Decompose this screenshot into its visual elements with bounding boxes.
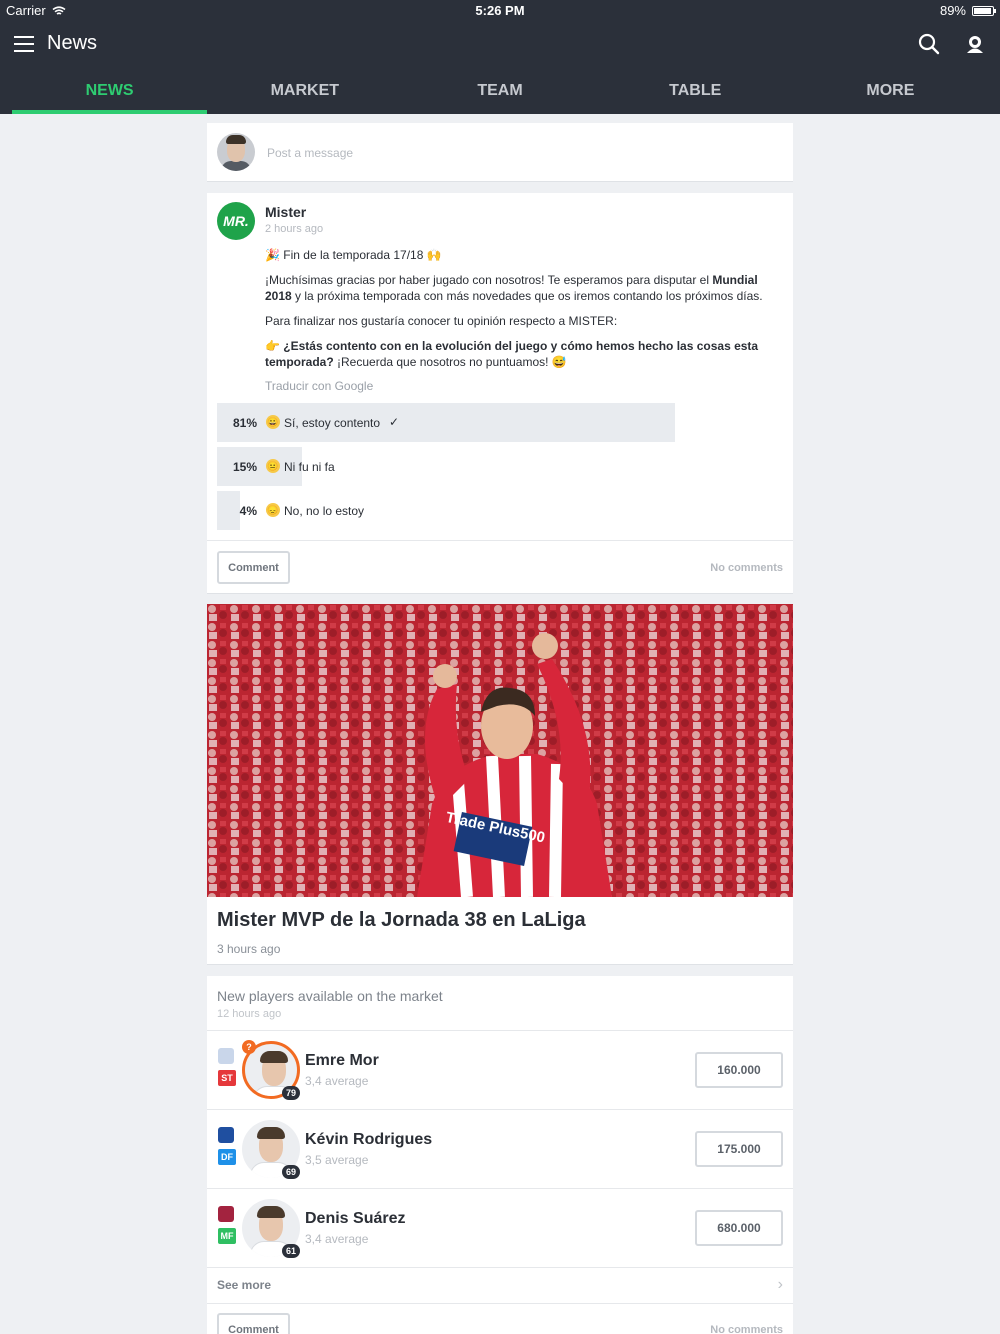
player-name: Denis Suárez <box>305 1210 406 1227</box>
app-header: Carrier 5:26 PM 89% News NEWS MARKET TEA… <box>0 0 1000 114</box>
player-score: 79 <box>282 1086 300 1100</box>
comment-button[interactable]: Comment <box>217 551 290 584</box>
chevron-right-icon: › <box>777 1276 783 1293</box>
battery-icon <box>972 5 996 16</box>
club-crest-icon <box>218 1127 234 1143</box>
comments-count[interactable]: No comments <box>710 1324 783 1334</box>
poll-label: Sí, estoy contento <box>284 416 381 430</box>
player-name: Kévin Rodrigues <box>305 1131 433 1148</box>
tab-news[interactable]: NEWS <box>12 70 208 114</box>
poll-label: Ni fu ni fa <box>284 460 335 474</box>
player-row[interactable]: MF 61 Denis Suárez 3,4 average 680.000 <box>207 1189 793 1268</box>
post-paragraph-2: Para finalizar nos gustaría conocer tu o… <box>265 314 618 328</box>
tab-team[interactable]: TEAM <box>402 70 597 114</box>
profile-icon[interactable] <box>964 33 986 55</box>
sad-face-icon: 😞 <box>266 503 280 517</box>
post-paragraph: ¡Muchísimas gracias por haber jugado con… <box>265 273 713 287</box>
comment-button[interactable]: Comment <box>217 1313 290 1334</box>
market-post-card: New players available on the market 12 h… <box>207 976 793 1334</box>
hamburger-menu-icon[interactable] <box>14 36 34 52</box>
mvp-photo-illustration: Trade Plus500 <box>207 604 793 897</box>
post-paragraph-end: y la próxima temporada con más novedades… <box>291 289 763 303</box>
clock: 5:26 PM <box>475 3 525 18</box>
post-author: Mister <box>265 204 307 220</box>
battery-percent: 89% <box>939 3 966 18</box>
club-crest-icon <box>218 1048 234 1064</box>
player-row[interactable]: DF 69 Kévin Rodrigues 3,5 average 175.00… <box>207 1110 793 1189</box>
mister-logo: MR. <box>217 202 255 240</box>
battery-info: 89% <box>939 3 996 18</box>
poll-option[interactable]: 81% 😀 Sí, estoy contento ✓ <box>217 403 783 442</box>
nav-bar: News <box>0 22 1000 66</box>
mister-post-card: MR. Mister 2 hours ago 🎉 Fin de la tempo… <box>207 193 793 594</box>
see-more-label: See more <box>217 1278 272 1292</box>
position-badge: DF <box>218 1149 236 1165</box>
alert-badge-icon: ? <box>242 1040 256 1054</box>
status-bar: Carrier 5:26 PM 89% <box>0 0 1000 22</box>
market-post-time: 12 hours ago <box>217 1008 282 1020</box>
comments-count[interactable]: No comments <box>710 562 783 574</box>
player-average: 3,4 average <box>305 1232 369 1246</box>
raised-hands-emoji-icon: 🙌 <box>426 248 442 262</box>
player-average: 3,5 average <box>305 1153 369 1167</box>
mvp-time: 3 hours ago <box>217 942 281 956</box>
post-time: 2 hours ago <box>265 223 324 235</box>
player-score: 69 <box>282 1165 300 1179</box>
player-score: 61 <box>282 1244 300 1258</box>
post-headline: Fin de la temporada 17/18 <box>283 248 424 262</box>
poll-option[interactable]: 4% 😞 No, no lo estoy <box>217 491 783 530</box>
tab-more[interactable]: MORE <box>793 70 988 114</box>
club-crest-icon <box>218 1206 234 1222</box>
see-more-link[interactable]: See more › <box>207 1268 793 1303</box>
mvp-title[interactable]: Mister MVP de la Jornada 38 en LaLiga <box>217 909 586 932</box>
player-row[interactable]: ST ? 79 Emre Mor 3,4 average 160.000 <box>207 1031 793 1110</box>
player-average: 3,4 average <box>305 1074 369 1088</box>
mvp-photo: Trade Plus500 <box>207 604 793 897</box>
user-avatar <box>217 133 255 171</box>
player-price-button[interactable]: 160.000 <box>695 1052 783 1088</box>
tab-table[interactable]: TABLE <box>598 70 793 114</box>
player-name: Emre Mor <box>305 1052 379 1069</box>
player-price-button[interactable]: 680.000 <box>695 1210 783 1246</box>
poll-question-note: ¡Recuerda que nosotros no puntuamos! <box>333 355 549 369</box>
position-badge: ST <box>218 1070 236 1086</box>
translate-link[interactable]: Traducir con Google <box>265 379 373 393</box>
party-emoji-icon: 🎉 <box>265 248 280 262</box>
smile-emoji-icon: 😅 <box>551 355 567 369</box>
happy-face-icon: 😀 <box>266 415 280 429</box>
tab-bar: NEWS MARKET TEAM TABLE MORE <box>12 70 988 114</box>
poll-option[interactable]: 15% 😐 Ni fu ni fa <box>217 447 783 486</box>
neutral-face-icon: 😐 <box>266 459 280 473</box>
divider <box>207 1303 793 1304</box>
poll-label: No, no lo estoy <box>284 504 365 518</box>
tab-market[interactable]: MARKET <box>207 70 402 114</box>
pointing-emoji-icon: 👉 <box>265 339 280 353</box>
poll-percent: 4% <box>239 504 257 518</box>
market-post-title: New players available on the market <box>217 988 443 1004</box>
checkmark-icon: ✓ <box>389 415 400 429</box>
post-message-input[interactable]: Post a message <box>267 146 353 160</box>
search-icon[interactable] <box>918 33 940 55</box>
post-body: 🎉 Fin de la temporada 17/18 🙌 ¡Muchísima… <box>265 247 783 379</box>
divider <box>207 540 793 541</box>
page-title: News <box>47 32 98 54</box>
position-badge: MF <box>218 1228 236 1244</box>
post-composer[interactable]: Post a message <box>207 123 793 182</box>
mvp-post-card[interactable]: Trade Plus500 Mister MVP de la Jornada 3… <box>207 604 793 965</box>
poll-percent: 81% <box>232 416 257 430</box>
player-price-button[interactable]: 175.000 <box>695 1131 783 1167</box>
poll-percent: 15% <box>232 460 257 474</box>
